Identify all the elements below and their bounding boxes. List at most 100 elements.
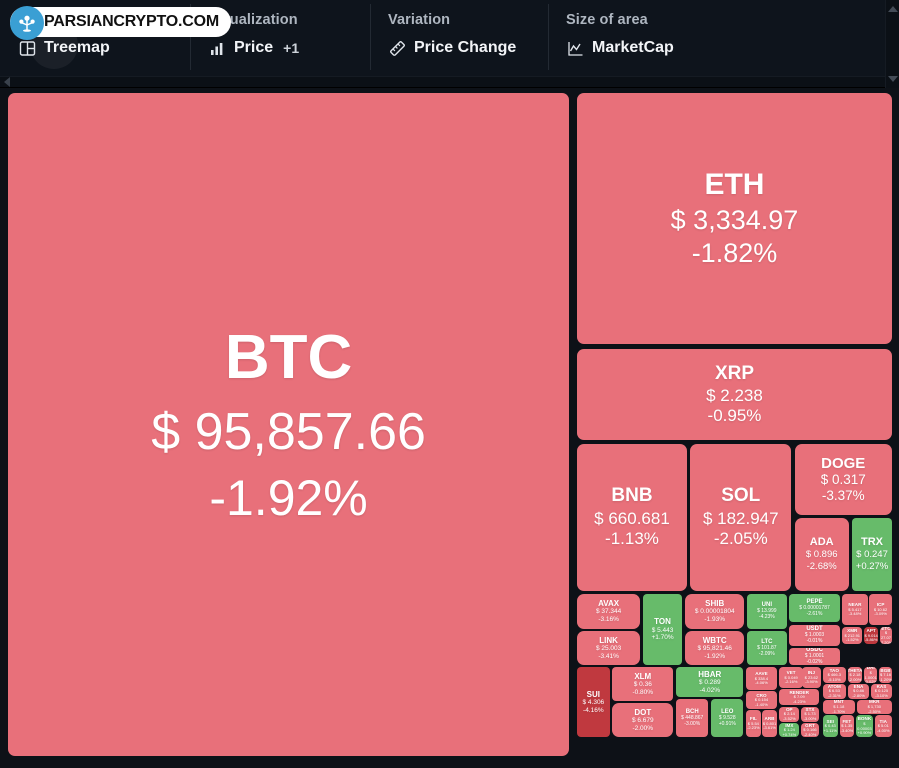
treemap-tile-grt[interactable]: GRT $ 0.166 -2.40%: [801, 723, 819, 738]
tile-change: -2.61%: [806, 610, 823, 617]
toolbar-variation-value-row[interactable]: Price Change: [388, 39, 530, 57]
treemap-tile-cro[interactable]: CRO $ 0.154 -1.40%: [746, 691, 777, 709]
treemap-tile-stx[interactable]: STX $ 1.73 -3.00%: [801, 706, 819, 722]
treemap-tile-op[interactable]: OP $ 2.14 -3.52%: [779, 706, 800, 722]
treemap-tile-pepe[interactable]: PEPE $ 0.00001787 -2.61%: [789, 593, 840, 623]
tile-price: $ 3,334.97: [670, 204, 799, 235]
treemap-tile-btc[interactable]: BTC $ 95,857.66 -1.92%: [8, 92, 570, 757]
treemap-tile-doge[interactable]: DOGE $ 0.317 -3.37%: [794, 443, 892, 516]
toolbar-size-selector[interactable]: Size of area MarketCap: [548, 0, 768, 78]
treemap-tile-link[interactable]: LINK $ 25.003 -3.41%: [577, 630, 641, 666]
treemap-tile-render[interactable]: RENDER $ 7.09 -4.23%: [779, 689, 819, 706]
treemap-tile-xlm[interactable]: XLM $ 0.36 -0.80%: [612, 667, 674, 701]
scroll-down-icon[interactable]: [887, 76, 898, 82]
treemap-tile-etc[interactable]: ETC $ 27.07 -2.20%: [880, 627, 892, 645]
treemap-tile-leo[interactable]: LEO $ 9.528 +0.91%: [711, 698, 744, 738]
treemap-tile-ton[interactable]: TON $ 5.443 +1.70%: [642, 593, 683, 666]
toolbar-size-value-row[interactable]: MarketCap: [566, 39, 750, 57]
toolbar-variation-value: Price Change: [414, 39, 517, 56]
tile-change: -5.86%: [864, 637, 878, 643]
treemap-tile-tao[interactable]: TAO $ 466.3 -5.10%: [822, 667, 846, 683]
treemap-tile-atom[interactable]: ATOM $ 6.53 -2.31%: [822, 684, 846, 699]
treemap-tile-imx[interactable]: IMX $ 1.24 +0.74%: [779, 723, 800, 738]
treemap-tile-shib[interactable]: SHIB $ 0.00001804 -1.93%: [685, 593, 745, 629]
tile-price: $ 4.306: [582, 699, 605, 707]
treemap-tile-dai[interactable]: DAI $ 1.0001 -0.02%: [863, 667, 878, 683]
tile-price: $ 0.317: [820, 472, 866, 488]
scroll-left-icon[interactable]: [4, 77, 10, 87]
treemap-tile-inj[interactable]: INJ $ 23.62 -3.90%: [801, 667, 821, 688]
tile-symbol: BTC: [224, 322, 353, 392]
tile-change: -0.80%: [632, 688, 654, 696]
treemap-tile-fil[interactable]: FIL $ 5.54 -2.23%: [746, 710, 761, 738]
tile-change: +1.70%: [651, 634, 674, 642]
treemap-tile-sei[interactable]: SEI $ 0.43 +1.11%: [822, 714, 838, 738]
tile-change: -4.00%: [876, 727, 890, 733]
treemap-tile-aave[interactable]: AAVE $ 338.4 -4.06%: [746, 667, 777, 690]
tile-change: +0.27%: [855, 560, 889, 572]
treemap-tile-bonk[interactable]: BONK $ 0.00003 +0.90%: [855, 714, 873, 738]
treemap-tile-vet[interactable]: VET $ 0.049 -2.16%: [779, 667, 803, 688]
treemap-tile-usdt[interactable]: USDT $ 1.0003 -0.01%: [789, 624, 840, 646]
treemap-tile-trx[interactable]: TRX $ 0.247 +0.27%: [852, 517, 892, 591]
treemap-tile-near[interactable]: NEAR $ 5.417 -3.48%: [842, 593, 868, 626]
treemap-tile-icp[interactable]: ICP $ 10.62 -3.09%: [869, 593, 892, 626]
tile-change: -3.10%: [875, 693, 888, 699]
toolbar-size-value: MarketCap: [592, 39, 674, 56]
tile-change: -1.92%: [704, 652, 725, 660]
horizontal-scrollbar[interactable]: [0, 76, 899, 87]
tile-change: -3.90%: [805, 679, 818, 685]
treemap-tile-tia[interactable]: TIA $ 5.01 -4.00%: [874, 714, 892, 738]
treemap-tile-wbtc[interactable]: WBTC $ 95,821.46 -1.92%: [685, 630, 745, 666]
tile-symbol: WBTC: [702, 635, 727, 645]
tile-change: -4.06%: [755, 680, 768, 686]
treemap-tile-bnb[interactable]: BNB $ 660.681 -1.13%: [577, 443, 687, 591]
tile-price: $ 0.289: [698, 679, 721, 687]
treemap-tile-ltc[interactable]: LTC $ 101.87 -2.09%: [747, 630, 787, 666]
treemap-canvas[interactable]: BTC $ 95,857.66 -1.92% ETH $ 3,334.97 -1.82% X…: [0, 88, 899, 768]
treemap-tile-bgb[interactable]: BGB $ 7.16 -1.20%: [879, 667, 892, 683]
scroll-up-icon[interactable]: [887, 6, 898, 12]
tile-price: $ 0.36: [633, 681, 652, 689]
vertical-scrollbar[interactable]: [885, 0, 899, 88]
treemap-tile-arb[interactable]: ARB $ 0.801 -3.61%: [762, 710, 777, 738]
toolbar-size-label: Size of area: [566, 12, 648, 28]
toolbar-visualization-value-row[interactable]: Treemap: [18, 39, 172, 57]
tile-symbol: ETH: [704, 168, 765, 202]
tile-change: -4.23%: [758, 613, 775, 620]
tile-change: -2.20%: [880, 639, 892, 645]
treemap-tile-usdc[interactable]: USDC $ 1.0001 -0.02%: [789, 647, 840, 666]
treemap-tile-fet[interactable]: FET $ 1.35 -3.40%: [839, 714, 855, 738]
treemap-tile-mkr[interactable]: MKR $ 1,730 -2.50%: [856, 700, 892, 714]
treemap-tile-ena[interactable]: ENA $ 0.86 -2.80%: [847, 684, 870, 699]
tile-change: -0.01%: [806, 637, 823, 644]
bar-chart-icon: [208, 39, 226, 57]
treemap-tile-hbar[interactable]: HBAR $ 0.289 -4.02%: [676, 667, 744, 697]
tile-symbol: DOT: [634, 707, 652, 717]
tile-change: -0.02%: [806, 659, 823, 665]
treemap-tile-uni[interactable]: UNI $ 13.999 -4.23%: [747, 593, 787, 629]
tile-price: $ 95,821.46: [697, 645, 732, 653]
treemap-tile-apt[interactable]: APT $ 9.014 -5.86%: [863, 627, 879, 645]
toolbar-metric-value-row[interactable]: Price +1: [208, 39, 352, 57]
treemap-tile-kas[interactable]: KAS $ 0.125 -3.10%: [871, 684, 892, 699]
tile-symbol: LINK: [599, 635, 618, 645]
treemap-tile-xrp[interactable]: XRP $ 2.238 -0.95%: [577, 349, 892, 441]
treemap-tile-sui[interactable]: SUI $ 4.306 -4.16%: [577, 667, 610, 738]
treemap-tile-dot[interactable]: DOT $ 6.679 -2.00%: [612, 702, 674, 738]
tile-change: -3.52%: [782, 715, 796, 721]
treemap-tile-sol[interactable]: SOL $ 182.947 -2.05%: [690, 443, 792, 591]
treemap-tile-bch[interactable]: BCH $ 448.867 -3.00%: [676, 698, 709, 738]
toolbar-variation-selector[interactable]: Variation Price Change: [370, 0, 548, 78]
treemap-tile-ada[interactable]: ADA $ 0.896 -2.68%: [794, 517, 849, 591]
treemap-tile-mnt[interactable]: MNT $ 1.18 -1.70%: [822, 700, 855, 714]
tile-symbol: TON: [654, 617, 671, 627]
tile-change: -5.10%: [827, 676, 841, 682]
treemap-tile-eth[interactable]: ETH $ 3,334.97 -1.82%: [577, 92, 892, 345]
tile-price: $ 2.238: [706, 386, 763, 406]
treemap-tile-xmr[interactable]: XMR $ 212.91 -1.52%: [842, 627, 863, 645]
treemap-tile-avax[interactable]: AVAX $ 37.344 -3.16%: [577, 593, 641, 629]
tile-change: -3.00%: [684, 720, 701, 727]
treemap-tile-theta[interactable]: THETA $ 2.18 -2.00%: [847, 667, 863, 683]
line-chart-icon: [566, 39, 584, 57]
